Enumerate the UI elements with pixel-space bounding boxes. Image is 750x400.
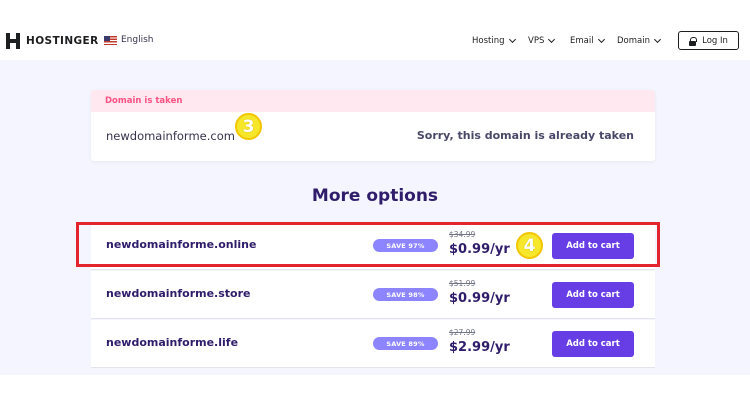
nav-vps[interactable]: VPS	[528, 35, 556, 46]
nav-hosting-label: Hosting	[472, 36, 505, 46]
save-badge: SAVE 98%	[373, 288, 438, 301]
domain-taken-card: Domain is taken newdomainforme.com Sorry…	[91, 90, 655, 161]
step-3-badge: 3	[235, 113, 262, 140]
chevron-down-icon	[653, 35, 662, 44]
option-domain-name: newdomainforme.store	[106, 287, 251, 300]
old-price: $27.99	[449, 328, 476, 337]
add-to-cart-button[interactable]: Add to cart	[552, 282, 634, 308]
add-to-cart-button[interactable]: Add to cart	[552, 331, 634, 357]
nav-email-label: Email	[570, 36, 594, 46]
taken-message: Sorry, this domain is already taken	[416, 129, 634, 142]
chevron-down-icon	[597, 35, 605, 44]
brand-logo[interactable]: HOSTINGER	[6, 33, 99, 49]
more-options-title: More options	[311, 186, 439, 206]
us-flag-icon	[104, 35, 117, 45]
taken-domain-name: newdomainforme.com	[106, 129, 235, 143]
login-button[interactable]: Log In	[678, 31, 739, 50]
chevron-down-icon	[508, 35, 516, 44]
price: $0.99/yr	[449, 291, 510, 306]
old-price: $51.99	[449, 279, 476, 288]
highlight-annotation-box	[76, 222, 660, 267]
nav-vps-label: VPS	[528, 36, 545, 46]
login-label: Log In	[702, 35, 728, 46]
top-header: HOSTINGER English Hosting VPS Email Doma…	[0, 0, 750, 60]
bottom-band	[0, 375, 750, 400]
nav-domain-label: Domain	[617, 36, 650, 46]
nav-domain[interactable]: Domain	[617, 35, 662, 46]
language-selector[interactable]: English	[104, 35, 154, 45]
domain-taken-status: Domain is taken	[91, 90, 655, 112]
nav-email[interactable]: Email	[570, 35, 605, 46]
option-domain-name: newdomainforme.life	[106, 336, 239, 349]
language-label: English	[121, 35, 154, 45]
price: $2.99/yr	[449, 340, 510, 355]
chevron-down-icon	[548, 35, 556, 44]
step-4-badge: 4	[516, 232, 543, 259]
nav-hosting[interactable]: Hosting	[472, 35, 516, 46]
brand-name: HOSTINGER	[26, 35, 99, 47]
hostinger-logo-icon	[6, 33, 20, 49]
domain-option-row: newdomainforme.life SAVE 89% $27.99 $2.9…	[91, 320, 655, 368]
lock-icon	[689, 36, 698, 46]
domain-option-row: newdomainforme.store SAVE 98% $51.99 $0.…	[91, 271, 655, 319]
save-badge: SAVE 89%	[373, 337, 438, 350]
